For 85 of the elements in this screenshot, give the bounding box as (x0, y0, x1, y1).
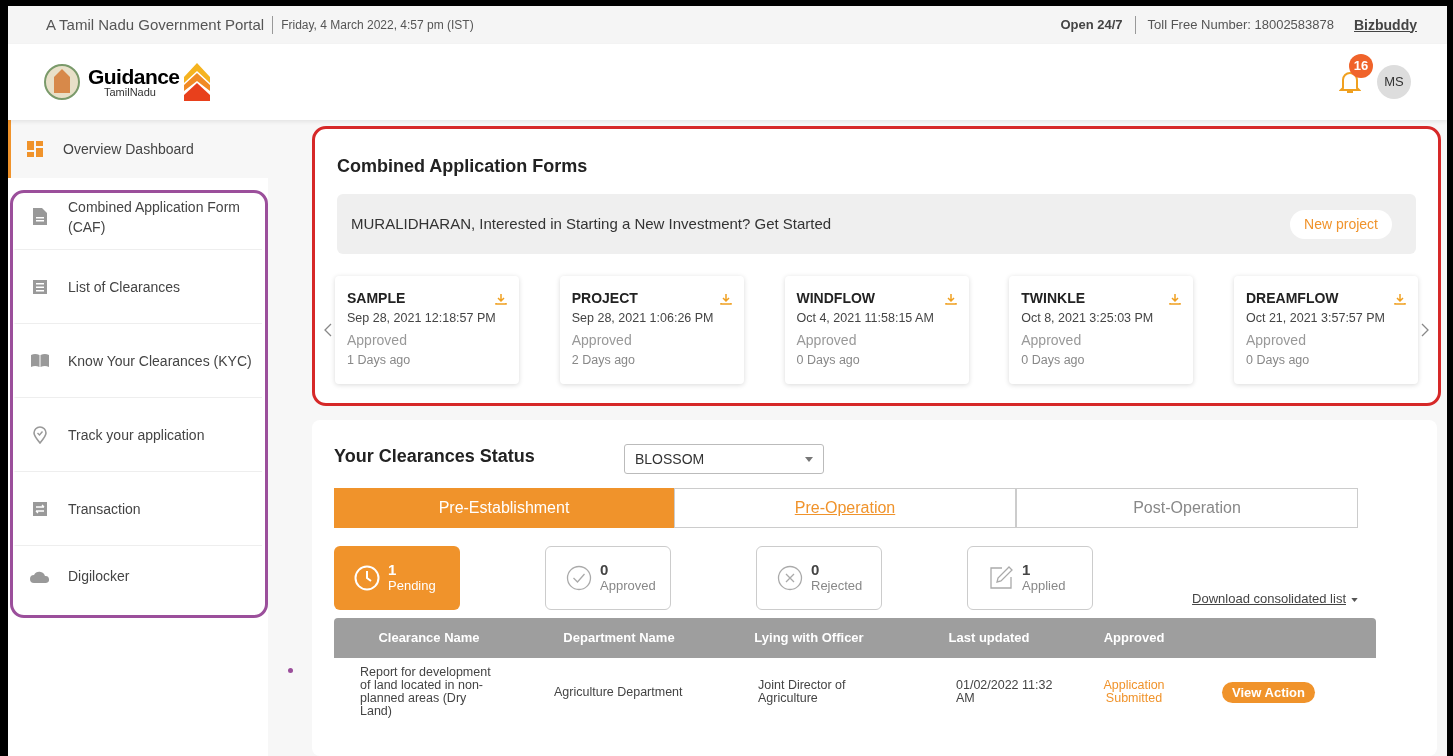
user-avatar[interactable]: MS (1377, 65, 1411, 99)
logo-subtitle: TamilNadu (104, 87, 157, 98)
notification-bell-icon[interactable] (1339, 70, 1361, 94)
list-icon (33, 279, 47, 294)
status-filter[interactable]: 1 Applied (967, 546, 1093, 610)
project-card[interactable]: SAMPLE Sep 28, 2021 12:18:57 PM Approved 1 Days ago (335, 276, 519, 384)
clock-icon (354, 565, 380, 591)
project-age: 0 Days ago (796, 351, 861, 369)
column-header: Lying with Officer (753, 629, 865, 648)
edit-icon (988, 565, 1014, 591)
notification-badge: 16 (1349, 54, 1373, 78)
project-status: Approved (347, 330, 408, 350)
project-date: Oct 21, 2021 3:57:57 PM (1246, 310, 1386, 327)
chevron-right-icon[interactable] (1420, 322, 1430, 338)
project-dropdown[interactable]: BLOSSOM (624, 444, 824, 474)
status-count: 1 (388, 562, 398, 578)
dashboard-icon (27, 141, 43, 157)
status-text: Application Submitted (1102, 679, 1166, 705)
project-card[interactable]: PROJECT Sep 28, 2021 1:06:26 PM Approved 2 Days ago (559, 276, 744, 384)
document-icon (33, 208, 47, 225)
panel-title: Combined Application Forms (337, 155, 589, 178)
portal-title: A Tamil Nadu Government Portal (46, 14, 265, 35)
cloud-icon (30, 569, 50, 583)
download-icon[interactable] (719, 292, 732, 305)
download-icon[interactable] (1394, 292, 1406, 305)
project-date: Sep 28, 2021 1:06:26 PM (571, 310, 715, 327)
location-pin-icon (33, 425, 47, 444)
project-status: Approved (1246, 330, 1307, 350)
table-cell-text: Report for development of land located in non-planned areas (Dry Land) (359, 666, 492, 718)
project-date: Oct 8, 2021 3:25:03 PM (1021, 310, 1155, 327)
status-filter[interactable]: 0 Approved (545, 546, 671, 610)
project-status: Approved (796, 330, 858, 350)
emblem-icon (44, 63, 80, 101)
project-name: PROJECT (571, 289, 638, 308)
project-status: Approved (571, 330, 633, 350)
status-count: 0 (811, 562, 821, 578)
bizbuddy-link[interactable]: Bizbuddy (1354, 14, 1417, 36)
status-label: Approved (600, 578, 656, 594)
project-name: DREAMFLOW (1246, 289, 1339, 308)
project-date: Oct 4, 2021 11:58:15 AM (796, 310, 935, 327)
column-header: Last updated (947, 629, 1031, 648)
project-card[interactable]: WINDFLOW Oct 4, 2021 11:58:15 AM Approved 0 Days ago (784, 276, 969, 384)
transfer-icon (33, 501, 47, 516)
table-cell-text: Agriculture Department (553, 685, 684, 699)
status-label: Pending (388, 578, 436, 594)
section-title: Your Clearances Status (334, 444, 536, 468)
toll-free-number: Toll Free Number: 18002583878 (1147, 16, 1334, 35)
check-circle-icon (566, 565, 592, 591)
cross-circle-icon (777, 565, 803, 591)
project-card[interactable]: TWINKLE Oct 8, 2021 3:25:03 PM Approved 0 Days ago (1009, 276, 1194, 384)
status-label: Applied (1022, 578, 1066, 594)
download-list-link[interactable]: Download consolidated list (1192, 588, 1346, 608)
date-time: Friday, 4 March 2022, 4:57 pm (IST) (281, 17, 474, 34)
project-age: 0 Days ago (1246, 351, 1311, 369)
status-filter[interactable]: 0 Rejected (756, 546, 882, 610)
logo-mark-icon (183, 63, 210, 101)
project-status: Approved (1021, 330, 1083, 350)
project-name: TWINKLE (1021, 289, 1085, 308)
chevron-left-icon[interactable] (323, 322, 333, 338)
download-icon[interactable] (1169, 292, 1182, 305)
project-age: 1 Days ago (347, 351, 412, 369)
logo-title: Guidance (88, 66, 180, 87)
column-header: Clearance Name (377, 629, 481, 648)
table-cell-text: 01/02/2022 11:32 AM (955, 679, 1054, 705)
column-header: Department Name (562, 629, 676, 648)
column-header: Approved (1102, 629, 1166, 648)
download-icon[interactable] (495, 292, 507, 305)
project-card[interactable]: DREAMFLOW Oct 21, 2021 3:57:57 PM Approved 0 Days ago (1234, 276, 1418, 384)
status-count: 1 (1022, 562, 1032, 578)
open-hours: Open 24/7 (1060, 16, 1123, 35)
status-label: Rejected (811, 578, 863, 594)
download-icon[interactable] (944, 292, 957, 305)
table-cell-text: Joint Director of Agriculture (757, 679, 847, 705)
caret-icon (1351, 598, 1358, 602)
project-date: Sep 28, 2021 12:18:57 PM (347, 310, 497, 327)
project-age: 2 Days ago (571, 351, 636, 369)
project-name: WINDFLOW (796, 289, 876, 308)
stage-tab[interactable]: Post-Operation (1016, 488, 1358, 528)
status-count: 0 (600, 562, 610, 578)
book-icon (31, 354, 49, 367)
sidebar-item[interactable]: Overview Dashboard (8, 120, 268, 178)
caret-icon (805, 456, 813, 462)
project-name: SAMPLE (347, 289, 406, 308)
project-age: 0 Days ago (1021, 351, 1086, 369)
banner-text: MURALIDHARAN, Interested in Starting a New Investment? Get Started (351, 213, 832, 234)
